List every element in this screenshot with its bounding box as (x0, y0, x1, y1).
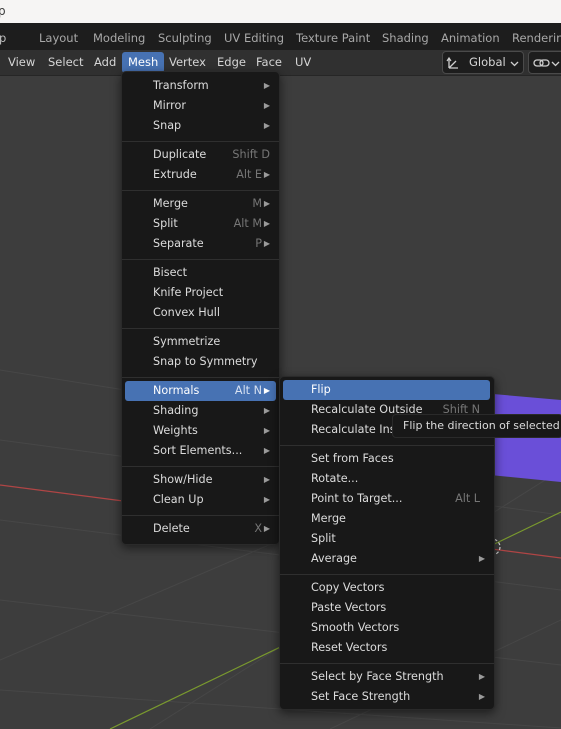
normals-menu-rotate[interactable]: Rotate... (284, 469, 490, 489)
workspace-tab-texture-paint[interactable]: Texture Paint (288, 28, 378, 49)
workspace-tab-modeling[interactable]: Modeling (85, 28, 153, 49)
mesh-menu-mirror[interactable]: Mirror ▶ (126, 96, 275, 116)
menu-separator (122, 259, 279, 260)
normals-menu-split[interactable]: Split (284, 529, 490, 549)
normals-menu-set-face-strength[interactable]: Set Face Strength ▶ (284, 687, 490, 707)
header-menu-view[interactable]: View (2, 52, 41, 73)
submenu-arrow-icon: ▶ (263, 386, 270, 395)
normals-menu-point-to-target[interactable]: Point to Target... Alt L (284, 489, 490, 509)
mesh-menu-transform[interactable]: Transform ▶ (126, 76, 275, 96)
mesh-menu-symmetrize[interactable]: Symmetrize (126, 332, 275, 352)
titlebar-text: p (0, 4, 6, 18)
submenu-arrow-icon: ▶ (263, 495, 270, 504)
submenu-arrow-icon: ▶ (263, 199, 270, 208)
header-menu-edge[interactable]: Edge (211, 52, 252, 73)
normals-menu-merge[interactable]: Merge (284, 509, 490, 529)
mesh-menu-duplicate[interactable]: Duplicate Shift D (126, 145, 275, 165)
submenu-arrow-icon: ▶ (263, 446, 270, 455)
menu-separator (280, 445, 494, 446)
header-menu-mesh[interactable]: Mesh (122, 52, 165, 73)
submenu-arrow-icon: ▶ (478, 554, 485, 563)
workspace-tab-uv-editing[interactable]: UV Editing (216, 28, 292, 49)
header-menu-select[interactable]: Select (42, 52, 89, 73)
normals-menu-copy-vectors[interactable]: Copy Vectors (284, 578, 490, 598)
submenu-arrow-icon: ▶ (263, 219, 270, 228)
mesh-menu-normals[interactable]: Normals Alt N ▶ (125, 381, 276, 401)
menu-separator (280, 663, 494, 664)
menu-separator (122, 377, 279, 378)
mesh-menu-separate[interactable]: Separate P ▶ (126, 234, 275, 254)
submenu-arrow-icon: ▶ (478, 672, 485, 681)
normals-menu-reset-vectors[interactable]: Reset Vectors (284, 638, 490, 658)
normals-menu-paste-vectors[interactable]: Paste Vectors (284, 598, 490, 618)
mesh-menu: Transform ▶ Mirror ▶ Snap ▶ Duplicate Shift … (121, 71, 280, 545)
mesh-menu-weights[interactable]: Weights ▶ (126, 421, 275, 441)
mesh-menu-merge[interactable]: Merge M ▶ (126, 194, 275, 214)
transform-orientation-label: Global (469, 55, 506, 69)
title-bar: p (0, 0, 561, 23)
mesh-menu-split[interactable]: Split Alt M ▶ (126, 214, 275, 234)
submenu-arrow-icon: ▶ (263, 426, 270, 435)
workspace-edge-glyph: p (0, 31, 7, 45)
tooltip: Flip the direction of selected faces' no… (392, 414, 561, 438)
submenu-arrow-icon: ▶ (263, 170, 270, 179)
mesh-menu-bisect[interactable]: Bisect (126, 263, 275, 283)
workspace-tab-rendering[interactable]: Rendering (504, 28, 561, 49)
menu-separator (280, 574, 494, 575)
header-menu-face[interactable]: Face (250, 52, 288, 73)
mesh-menu-delete[interactable]: Delete X ▶ (126, 519, 275, 539)
submenu-arrow-icon: ▶ (263, 81, 270, 90)
menu-separator (122, 190, 279, 191)
menu-separator (122, 141, 279, 142)
header-menu-vertex[interactable]: Vertex (163, 52, 212, 73)
mesh-menu-show-hide[interactable]: Show/Hide ▶ (126, 470, 275, 490)
menu-separator (122, 515, 279, 516)
chevron-down-icon (551, 61, 560, 67)
submenu-arrow-icon: ▶ (263, 524, 270, 533)
mesh-menu-shading[interactable]: Shading ▶ (126, 401, 275, 421)
submenu-arrow-icon: ▶ (263, 121, 270, 130)
transform-orientation-dropdown[interactable]: Global (442, 51, 524, 74)
submenu-arrow-icon: ▶ (263, 239, 270, 248)
tooltip-text: Flip the direction of selected faces' no… (403, 419, 561, 432)
submenu-arrow-icon: ▶ (263, 101, 270, 110)
workspace-tabs-bar: p Layout Modeling Sculpting UV Editing T… (0, 23, 561, 50)
viewport-header: View Select Add Mesh Vertex Edge Face UV… (0, 50, 561, 76)
normals-menu-set-from-faces[interactable]: Set from Faces (284, 449, 490, 469)
normals-menu-select-by-face-strength[interactable]: Select by Face Strength ▶ (284, 667, 490, 687)
workspace-tab-shading[interactable]: Shading (374, 28, 437, 49)
snap-dropdown[interactable] (528, 51, 561, 74)
mesh-menu-knife-project[interactable]: Knife Project (126, 283, 275, 303)
workspace-tab-layout[interactable]: Layout (31, 28, 86, 49)
link-icon (533, 59, 550, 67)
mesh-menu-clean-up[interactable]: Clean Up ▶ (126, 490, 275, 510)
normals-menu-average[interactable]: Average ▶ (284, 549, 490, 569)
submenu-arrow-icon: ▶ (478, 692, 485, 701)
mesh-menu-snap-to-symmetry[interactable]: Snap to Symmetry (126, 352, 275, 372)
submenu-arrow-icon: ▶ (263, 406, 270, 415)
mesh-menu-sort-elements[interactable]: Sort Elements... ▶ (126, 441, 275, 461)
normals-menu-smooth-vectors[interactable]: Smooth Vectors (284, 618, 490, 638)
mesh-menu-extrude[interactable]: Extrude Alt E ▶ (126, 165, 275, 185)
submenu-arrow-icon: ▶ (263, 475, 270, 484)
orientation-gizmo-icon (446, 56, 458, 69)
mesh-menu-convex-hull[interactable]: Convex Hull (126, 303, 275, 323)
mesh-menu-snap[interactable]: Snap ▶ (126, 116, 275, 136)
chevron-down-icon (510, 61, 519, 67)
workspace-tab-sculpting[interactable]: Sculpting (150, 28, 220, 49)
workspace-tab-animation[interactable]: Animation (433, 28, 508, 49)
normals-menu-flip[interactable]: Flip (283, 380, 490, 400)
menu-separator (122, 328, 279, 329)
header-menu-uv[interactable]: UV (289, 52, 317, 73)
header-menu-add[interactable]: Add (88, 52, 122, 73)
menu-separator (122, 466, 279, 467)
